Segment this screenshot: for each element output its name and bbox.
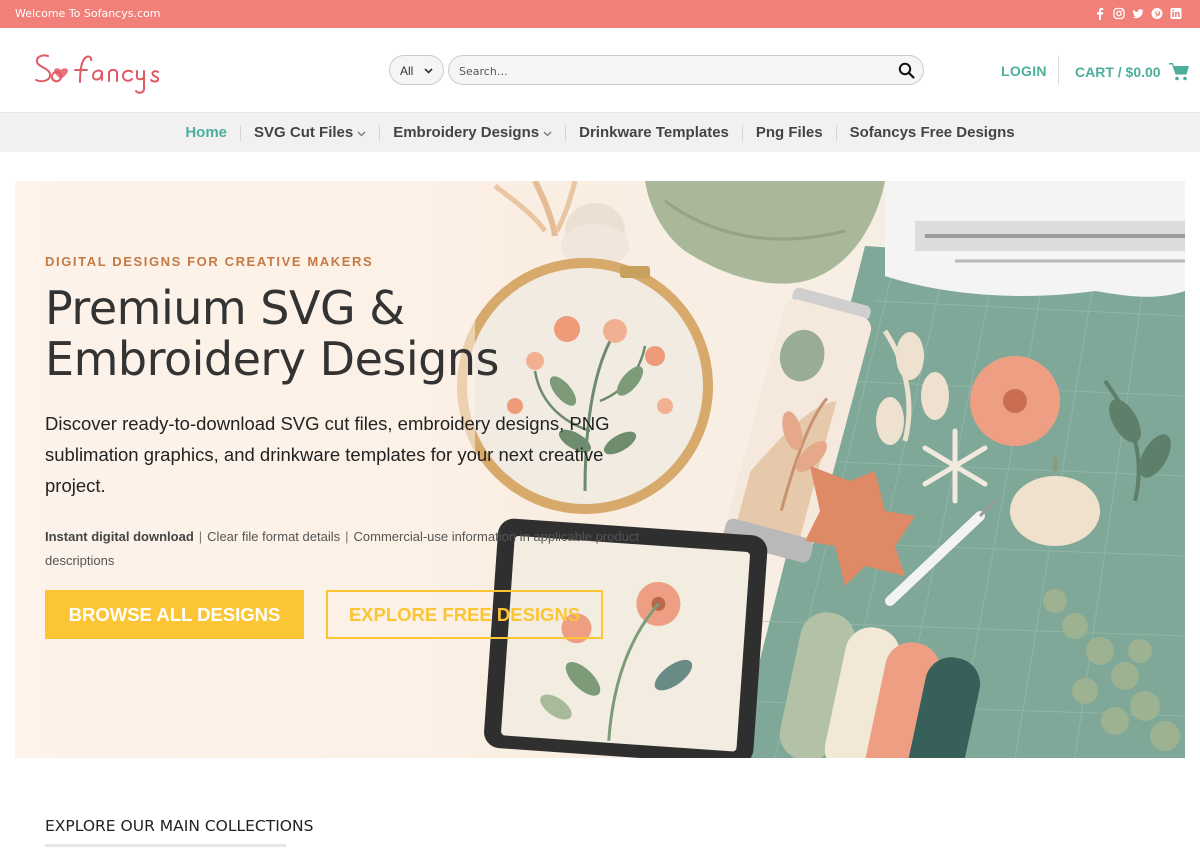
social-links: [1094, 7, 1182, 20]
welcome-text: Welcome To Sofancys.com: [15, 7, 161, 20]
feature-file-format: Clear file format details: [207, 529, 341, 544]
login-link[interactable]: LOGIN: [1001, 63, 1047, 79]
chevron-down-icon: [357, 131, 366, 136]
chevron-down-icon: [424, 68, 433, 74]
nav-item-drinkware-templates[interactable]: Drinkware Templates: [565, 125, 742, 141]
hero-features: Instant digital download | Clear file form…: [45, 529, 639, 568]
nav-item-label: Drinkware Templates: [579, 124, 729, 141]
instagram-icon[interactable]: [1113, 7, 1125, 20]
search-icon[interactable]: [898, 62, 915, 79]
nav-item-embroidery-designs[interactable]: Embroidery Designs: [379, 125, 565, 141]
top-bar: Welcome To Sofancys.com: [0, 0, 1200, 28]
search-input[interactable]: [459, 62, 879, 80]
cart-label: CART / $0.00: [1075, 64, 1161, 80]
hero-description: Discover ready-to-download SVG cut files…: [45, 413, 610, 496]
hero-headline: Premium SVG & Embroidery Designs: [45, 281, 499, 386]
nav-item-sofancys-free-designs[interactable]: Sofancys Free Designs: [835, 124, 1028, 141]
feature-instant-download: Instant digital download: [45, 529, 194, 544]
cart-icon: [1168, 63, 1189, 81]
explore-free-designs-button[interactable]: EXPLORE FREE DESIGNS: [326, 590, 603, 639]
collections-heading: EXPLORE OUR MAIN COLLECTIONS: [45, 817, 314, 835]
nav-item-home[interactable]: Home: [172, 125, 240, 141]
facebook-icon[interactable]: [1094, 7, 1106, 20]
cart-link[interactable]: CART / $0.00: [1075, 63, 1189, 81]
nav-item-label: Sofancys Free Designs: [849, 124, 1015, 141]
header-divider: [1058, 55, 1059, 85]
linkedin-icon[interactable]: [1170, 7, 1182, 20]
browse-all-designs-button[interactable]: BROWSE ALL DESIGNS: [45, 590, 304, 639]
nav-item-png-files[interactable]: Png Files: [741, 124, 836, 141]
search-bar: [448, 55, 924, 85]
nav-item-label: SVG Cut Files: [254, 124, 354, 141]
twitter-icon[interactable]: [1132, 7, 1144, 20]
hero-eyebrow: DIGITAL DESIGNS FOR CREATIVE MAKERS: [45, 254, 374, 269]
nav-item-label: Png Files: [755, 124, 823, 141]
collections-underline: [45, 844, 286, 847]
nav-item-label: Home: [185, 124, 228, 141]
chevron-down-icon: [543, 131, 552, 136]
category-select-value: All: [400, 64, 414, 78]
main-nav: Home SVG Cut Files Embroidery Designs Drink…: [0, 112, 1200, 152]
nav-item-svg-cut-files[interactable]: SVG Cut Files: [240, 125, 379, 141]
nav-list: Home SVG Cut Files Embroidery Designs Drink…: [0, 113, 1200, 153]
hero-banner: DIGITAL DESIGNS FOR CREATIVE MAKERS Prem…: [15, 181, 1185, 758]
category-select[interactable]: All: [389, 55, 444, 85]
site-header: All LOGIN CART / $0.00: [0, 28, 1200, 112]
site-logo[interactable]: [30, 42, 200, 98]
pinterest-icon[interactable]: [1151, 7, 1163, 20]
nav-item-label: Embroidery Designs: [393, 124, 540, 141]
